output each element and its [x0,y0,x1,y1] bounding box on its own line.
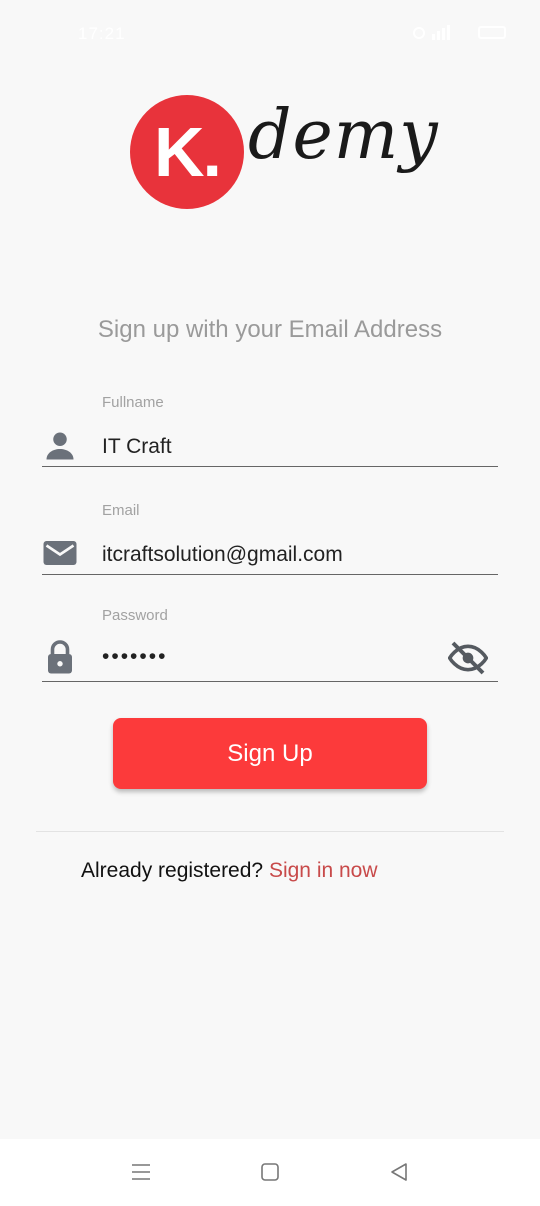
home-square-icon[interactable] [259,1161,281,1183]
signin-prompt: Already registered? [81,859,264,882]
email-input[interactable]: itcraftsolution@gmail.com [102,543,343,567]
signal-icon [432,25,450,40]
kdemy-logo: K. demy [130,92,438,232]
lock-icon [48,640,72,674]
email-field[interactable]: Email itcraftsolution@gmail.com [42,498,498,578]
fullname-field[interactable]: Fullname IT Craft [42,390,498,470]
password-underline [42,681,498,682]
email-label: Email [102,502,140,519]
status-time: 17:21 [78,24,126,43]
sign-up-button[interactable]: Sign Up [113,718,427,789]
battery-icon [478,25,506,39]
person-icon [46,432,74,460]
status-icons [412,24,506,40]
status-bar: 17:21 [0,0,540,70]
system-nav-bar [0,1139,540,1206]
password-field[interactable]: Password ••••••• [42,603,498,683]
page-title: Sign up with your Email Address [97,316,443,343]
alarm-icon [413,27,425,39]
password-input[interactable]: ••••••• [102,645,167,669]
email-underline [42,574,498,575]
logo-word: demy [248,96,439,175]
logo-letter: K. [154,113,222,191]
fullname-label: Fullname [102,394,164,411]
fullname-input[interactable]: IT Craft [102,435,172,459]
sign-in-link[interactable]: Sign in now [269,859,378,882]
back-triangle-icon[interactable] [388,1161,410,1183]
divider [36,831,504,832]
password-label: Password [102,607,168,624]
eye-off-icon[interactable] [448,638,488,678]
menu-icon[interactable] [130,1161,152,1183]
signin-row: Already registered? Sign in now [81,859,378,883]
mail-icon [43,541,77,565]
fullname-underline [42,466,498,467]
